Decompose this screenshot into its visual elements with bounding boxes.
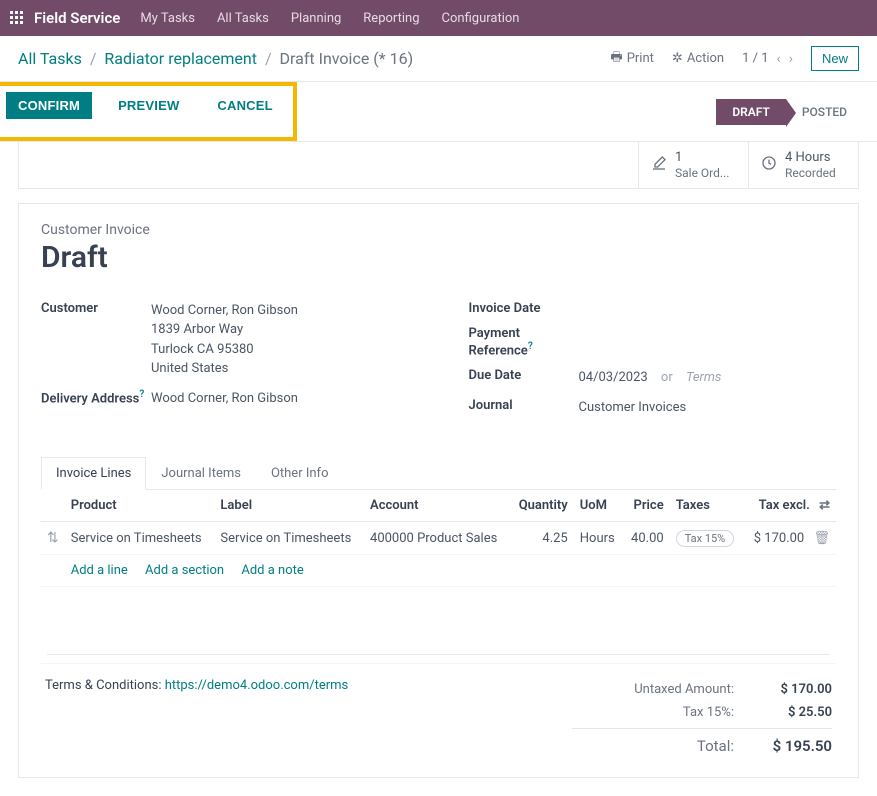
- add-section-link[interactable]: Add a section: [145, 563, 224, 578]
- tab-other-info[interactable]: Other Info: [256, 457, 344, 490]
- col-product: Product: [65, 490, 215, 522]
- totals: Untaxed Amount: $ 170.00 Tax 15%: $ 25.5…: [572, 678, 832, 759]
- stat-sale-order[interactable]: 1 Sale Ord...: [638, 142, 748, 188]
- status-row: CONFIRM PREVIEW CANCEL DRAFT POSTED: [0, 82, 877, 142]
- total-value: $ 195.50: [752, 737, 832, 755]
- terms-conditions: Terms & Conditions: https://demo4.odoo.c…: [45, 678, 348, 759]
- stage-posted[interactable]: POSTED: [786, 99, 863, 125]
- stage-draft[interactable]: DRAFT: [716, 99, 786, 125]
- col-account: Account: [364, 490, 510, 522]
- col-taxes: Taxes: [670, 490, 744, 522]
- cell-product[interactable]: Service on Timesheets: [65, 522, 215, 555]
- highlighted-actions: CONFIRM PREVIEW CANCEL: [0, 82, 297, 141]
- drag-handle-icon[interactable]: ⇅: [47, 530, 59, 546]
- app-name[interactable]: Field Service: [34, 9, 120, 27]
- pager-count: 1 / 1: [742, 51, 768, 66]
- top-menu: My Tasks All Tasks Planning Reporting Co…: [140, 11, 519, 26]
- breadcrumb-current: Draft Invoice (* 16): [280, 49, 414, 68]
- terms-field[interactable]: Terms: [686, 370, 721, 385]
- stat-hours-label: Recorded: [785, 166, 836, 180]
- form-tabs: Invoice Lines Journal Items Other Info: [41, 457, 836, 490]
- cell-price[interactable]: 40.00: [623, 522, 670, 555]
- cell-account[interactable]: 400000 Product Sales: [364, 522, 510, 555]
- top-navbar: Field Service My Tasks All Tasks Plannin…: [0, 0, 877, 36]
- pager: 1 / 1 ‹ ›: [742, 51, 793, 67]
- cell-label[interactable]: Service on Timesheets: [214, 522, 364, 555]
- breadcrumb-all-tasks[interactable]: All Tasks: [18, 49, 82, 68]
- col-label: Label: [214, 490, 364, 522]
- total-label: Total:: [572, 737, 734, 755]
- stat-hours-value: 4 Hours: [785, 150, 836, 166]
- edit-icon: [651, 155, 667, 175]
- gear-icon: ✲: [672, 51, 683, 66]
- pager-prev[interactable]: ‹: [777, 51, 781, 67]
- stat-sale-value: 1: [675, 150, 729, 166]
- cell-qty[interactable]: 4.25: [510, 522, 574, 555]
- untaxed-label: Untaxed Amount:: [572, 682, 734, 697]
- nav-all-tasks[interactable]: All Tasks: [217, 11, 269, 26]
- stat-sale-label: Sale Ord...: [675, 166, 729, 180]
- clock-icon: [761, 155, 777, 175]
- customer-field[interactable]: Wood Corner, Ron Gibson 1839 Arbor Way T…: [151, 301, 298, 379]
- journal-field[interactable]: Customer Invoices: [579, 398, 687, 418]
- tab-journal-items[interactable]: Journal Items: [146, 457, 256, 490]
- new-button[interactable]: New: [811, 46, 859, 71]
- col-taxexcl: Tax excl. ⇄: [744, 490, 836, 522]
- tax-label: Tax 15%:: [572, 705, 734, 720]
- help-icon[interactable]: ?: [139, 389, 144, 400]
- action-button[interactable]: ✲ Action: [672, 51, 724, 66]
- payment-ref-label: Payment Reference?: [469, 326, 579, 358]
- nav-configuration[interactable]: Configuration: [442, 11, 520, 26]
- cell-uom[interactable]: Hours: [574, 522, 623, 555]
- cell-taxexcl: $ 170.00 🗑: [744, 522, 836, 555]
- untaxed-value: $ 170.00: [752, 682, 832, 697]
- terms-link[interactable]: https://demo4.odoo.com/terms: [165, 678, 349, 693]
- line-actions-row: Add a line Add a section Add a note: [41, 555, 836, 587]
- breadcrumb: All Tasks / Radiator replacement / Draft…: [18, 49, 413, 68]
- trash-icon[interactable]: 🗑: [813, 531, 830, 546]
- cell-taxes[interactable]: Tax 15%: [670, 522, 744, 555]
- preview-button[interactable]: PREVIEW: [106, 92, 191, 119]
- apps-icon[interactable]: [10, 11, 24, 25]
- add-note-link[interactable]: Add a note: [241, 563, 303, 578]
- col-quantity: Quantity: [510, 490, 574, 522]
- help-icon[interactable]: ?: [528, 341, 533, 352]
- add-line-link[interactable]: Add a line: [71, 563, 128, 578]
- doc-title: Draft: [41, 240, 836, 275]
- print-button[interactable]: 🖶 Print: [610, 48, 653, 70]
- tax-value: $ 25.50: [752, 705, 832, 720]
- delivery-field[interactable]: Wood Corner, Ron Gibson: [151, 389, 298, 409]
- invoice-lines-table: Product Label Account Quantity UoM Price…: [41, 490, 836, 664]
- breadcrumb-task[interactable]: Radiator replacement: [104, 49, 257, 68]
- table-row[interactable]: ⇅ Service on Timesheets Service on Times…: [41, 522, 836, 555]
- invoice-form: Customer Invoice Draft Customer Wood Cor…: [18, 203, 859, 778]
- col-uom: UoM: [574, 490, 623, 522]
- delivery-label: Delivery Address?: [41, 389, 151, 406]
- col-price: Price: [623, 490, 670, 522]
- tab-invoice-lines[interactable]: Invoice Lines: [41, 457, 146, 490]
- confirm-button[interactable]: CONFIRM: [6, 92, 92, 119]
- pager-next[interactable]: ›: [789, 51, 793, 67]
- due-date-label: Due Date: [469, 368, 579, 383]
- customer-label: Customer: [41, 301, 151, 316]
- nav-planning[interactable]: Planning: [291, 11, 341, 26]
- doc-type-label: Customer Invoice: [41, 222, 836, 238]
- journal-label: Journal: [469, 398, 579, 413]
- nav-reporting[interactable]: Reporting: [363, 11, 419, 26]
- cancel-button[interactable]: CANCEL: [205, 92, 284, 119]
- adjust-icon[interactable]: ⇄: [819, 498, 830, 513]
- control-bar: All Tasks / Radiator replacement / Draft…: [0, 36, 877, 82]
- stat-buttons: 1 Sale Ord... 4 Hours Recorded: [18, 142, 859, 189]
- print-icon: 🖶: [610, 48, 622, 70]
- nav-my-tasks[interactable]: My Tasks: [140, 11, 195, 26]
- due-date-field[interactable]: 04/03/2023: [579, 370, 648, 385]
- stat-hours[interactable]: 4 Hours Recorded: [748, 142, 858, 188]
- invoice-date-label: Invoice Date: [469, 301, 579, 316]
